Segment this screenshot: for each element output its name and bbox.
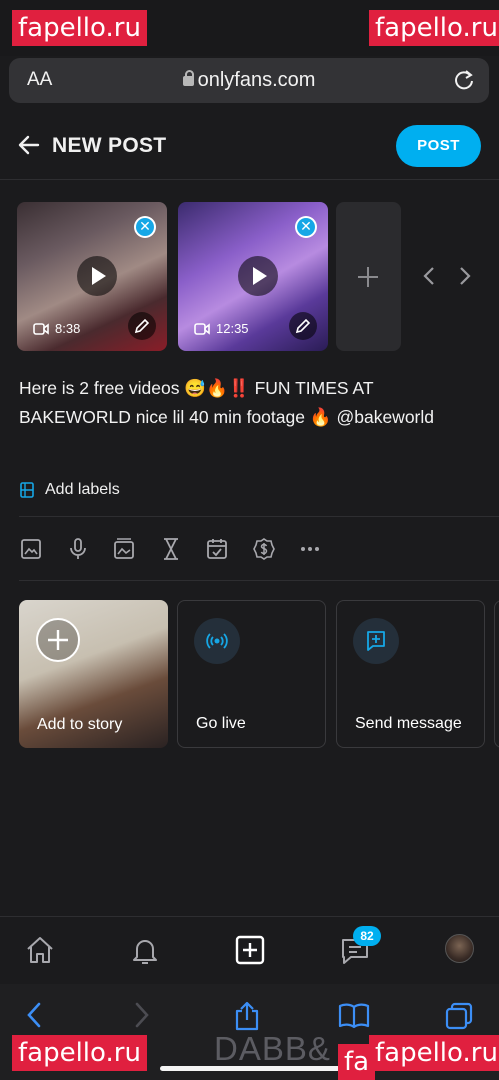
price-tag-icon[interactable] xyxy=(252,536,299,562)
broadcast-icon xyxy=(194,618,240,664)
chevron-right-icon[interactable] xyxy=(458,266,472,291)
card-label: Add to story xyxy=(37,716,123,733)
forward-icon[interactable] xyxy=(132,1001,152,1034)
edit-icon[interactable] xyxy=(128,312,156,340)
plus-icon xyxy=(358,267,378,287)
back-arrow-icon[interactable] xyxy=(18,134,40,161)
url-host: onlyfans.com xyxy=(197,69,316,91)
more-card[interactable] xyxy=(494,600,499,748)
watermark: fapello.ru xyxy=(12,1035,147,1071)
bell-icon[interactable] xyxy=(129,934,161,971)
plus-icon xyxy=(36,618,80,662)
reload-icon[interactable] xyxy=(453,68,475,97)
go-live-card[interactable]: Go live xyxy=(177,600,326,748)
add-media-button[interactable] xyxy=(336,202,401,351)
post-caption[interactable]: Here is 2 free videos 😅🔥‼️ FUN TIMES AT … xyxy=(19,374,479,432)
page-title: NEW POST xyxy=(52,134,167,157)
caption-text: Here is 2 free videos 😅🔥 xyxy=(19,378,228,398)
hourglass-icon[interactable] xyxy=(159,536,206,562)
calendar-check-icon[interactable] xyxy=(205,536,252,562)
duration-text: 12:35 xyxy=(216,321,249,336)
lock-icon xyxy=(182,70,194,86)
watermark: fapello.ru xyxy=(369,10,499,46)
bottom-nav xyxy=(0,916,499,984)
play-icon[interactable] xyxy=(238,256,278,296)
remove-icon[interactable]: ✕ xyxy=(295,216,317,238)
add-post-icon[interactable] xyxy=(234,934,266,971)
add-to-story-card[interactable]: Add to story xyxy=(19,600,168,748)
card-label: Send message xyxy=(355,715,462,732)
post-header: NEW POST POST xyxy=(0,114,499,180)
video-icon xyxy=(33,322,49,335)
video-duration: 12:35 xyxy=(194,321,249,336)
message-plus-icon xyxy=(353,618,399,664)
divider xyxy=(19,516,499,517)
watermark: fapello.ru xyxy=(369,1035,499,1071)
send-message-card[interactable]: Send message xyxy=(336,600,485,748)
card-label: Go live xyxy=(196,715,246,732)
add-labels-button[interactable]: Add labels xyxy=(19,479,120,501)
more-icon[interactable] xyxy=(298,536,345,562)
media-thumbnail[interactable]: ✕ 12:35 xyxy=(178,202,328,351)
chevron-left-icon[interactable] xyxy=(422,266,436,291)
divider xyxy=(19,580,499,581)
home-indicator xyxy=(160,1066,340,1071)
bookmarks-icon[interactable] xyxy=(338,1001,370,1034)
duration-text: 8:38 xyxy=(55,321,81,336)
avatar[interactable] xyxy=(445,934,474,963)
video-icon xyxy=(194,322,210,335)
browser-url-bar[interactable]: AA onlyfans.com xyxy=(9,58,489,103)
media-vault-icon[interactable] xyxy=(112,536,159,562)
post-button[interactable]: POST xyxy=(396,125,481,167)
microphone-icon[interactable] xyxy=(66,536,113,562)
watermark-text: DABB& xyxy=(214,1030,331,1067)
video-duration: 8:38 xyxy=(33,321,80,336)
play-icon[interactable] xyxy=(77,256,117,296)
url-display[interactable]: onlyfans.com xyxy=(9,69,489,92)
home-icon[interactable] xyxy=(24,934,56,971)
messages-badge: 82 xyxy=(353,926,381,946)
back-icon[interactable] xyxy=(24,1001,44,1034)
tabs-icon[interactable] xyxy=(444,1001,474,1036)
post-toolbar xyxy=(19,536,345,562)
image-icon[interactable] xyxy=(19,536,66,562)
remove-icon[interactable]: ✕ xyxy=(134,216,156,238)
watermark: fapello.ru xyxy=(12,10,147,46)
add-labels-label: Add labels xyxy=(45,481,120,498)
label-icon xyxy=(20,482,34,498)
caption-text: ‼️ xyxy=(227,378,250,398)
media-thumbnail[interactable]: ✕ 8:38 xyxy=(17,202,167,351)
edit-icon[interactable] xyxy=(289,312,317,340)
